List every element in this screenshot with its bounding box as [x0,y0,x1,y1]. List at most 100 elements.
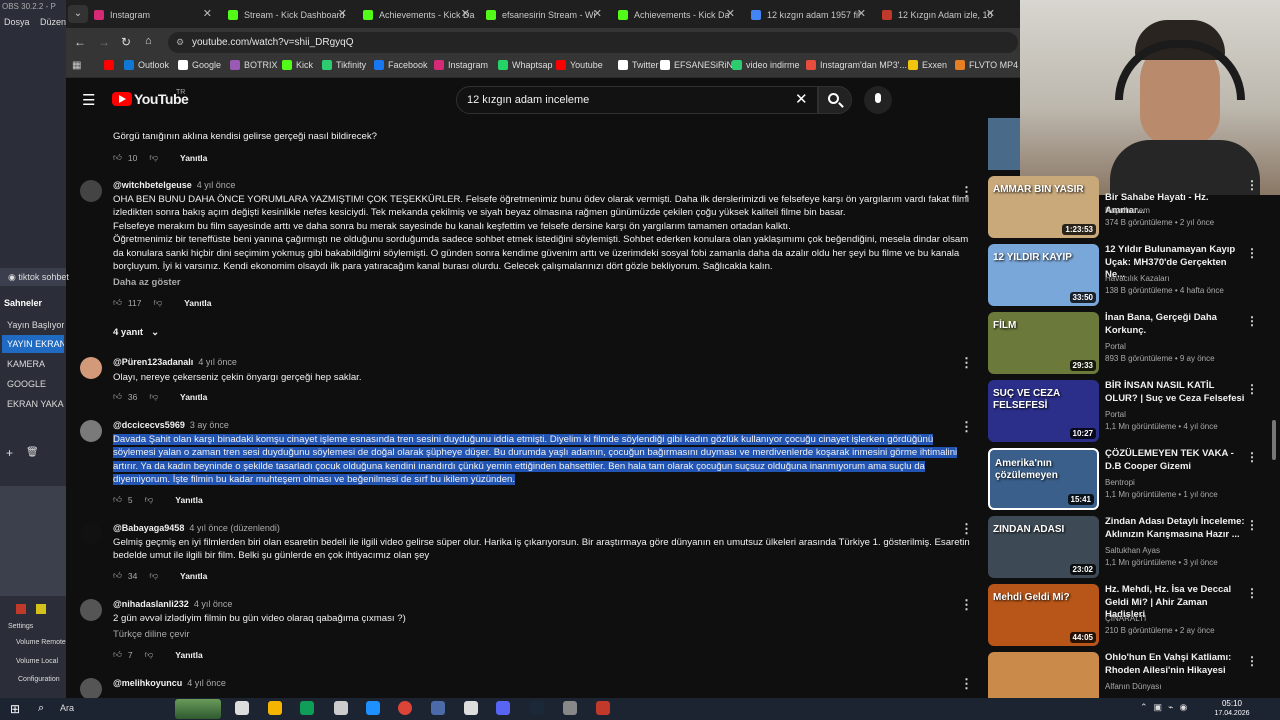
video-channel[interactable]: Saltukhan Ayas [1105,546,1160,555]
comment-author[interactable]: @Babayaga9458 4 yıl önce (düzenlendi) [113,523,280,533]
bookmark-item[interactable]: Instagram'dan MP3'... [806,60,907,70]
comment-author[interactable]: @Püren123adanalı 4 yıl önce [113,357,237,367]
related-video[interactable]: Amerika'nın çözülemeyen 15:41 ÇÖZÜLEMEYEN … [988,448,1268,510]
voice-search-button[interactable] [864,86,892,114]
tab-close-icon[interactable]: ✕ [461,7,470,20]
video-title[interactable]: İnan Bana, Gerçeği Daha Korkunç. [1105,312,1245,337]
reply-button[interactable]: Yanıtla [180,153,207,163]
related-video[interactable]: Mehdi Geldi Mi? 44:05 Hz. Mehdi, Hz. İsa v… [988,584,1268,646]
trash-icon[interactable]: 🗑 [26,447,39,458]
related-video[interactable]: ZINDAN ADASI 23:02 Zindan Adası Detaylı İn… [988,516,1268,578]
bookmark-item[interactable]: Exxen [908,60,947,70]
avatar[interactable] [80,523,102,545]
dislike-icon[interactable]: 👎︎ [149,570,158,581]
taskbar-app-icon[interactable] [530,701,544,715]
avatar[interactable] [80,180,102,202]
browser-tab[interactable]: Instagram ✕ [88,4,218,26]
tab-close-icon[interactable]: ✕ [203,7,212,20]
video-thumbnail[interactable]: Mehdi Geldi Mi? 44:05 [988,584,1099,646]
tab-close-icon[interactable]: ✕ [857,7,866,20]
browser-tab[interactable]: Stream - Kick Dashboard ✕ [222,4,353,26]
bookmark-item[interactable]: Tikfinity [322,60,366,70]
video-thumbnail[interactable]: ZINDAN ADASI 23:02 [988,516,1099,578]
taskbar-app-icon[interactable] [235,701,249,715]
taskbar-app-icon[interactable] [334,701,348,715]
bookmark-item[interactable]: EFSANESiRiN [660,60,733,70]
browser-tab[interactable]: 12 Kızgın Adam izle, 10 ✕ [876,4,1001,26]
video-title[interactable]: ÇÖZÜLEMEYEN TEK VAKA - D.B Cooper Gizemi [1105,448,1245,473]
video-menu-icon[interactable]: ⋮ [1246,586,1258,600]
bookmark-item[interactable]: Instagram [434,60,488,70]
scene-item[interactable]: KAMERA [2,355,64,373]
scene-item-selected[interactable]: YAYIN EKRANI [2,335,64,353]
avatar[interactable] [80,357,102,379]
dislike-icon[interactable]: 👎︎ [145,649,154,660]
taskbar-search-icon[interactable]: ⌕ [38,702,44,715]
clear-search-icon[interactable]: ✕ [795,90,808,108]
video-menu-icon[interactable]: ⋮ [1246,246,1258,260]
dislike-icon[interactable]: 👎︎ [145,494,154,505]
reply-button[interactable]: Yanıtla [175,650,202,660]
menu-icon[interactable]: ☰ [82,91,95,109]
avatar[interactable] [80,420,102,442]
comment-author[interactable]: @melihkoyuncu 4 yıl önce [113,678,226,688]
bookmark-item[interactable]: Twitter [618,60,659,70]
comment-author[interactable]: @dccicecvs5969 3 ay önce [113,420,229,430]
bookmark-item[interactable]: Facebook [374,60,428,70]
reply-button[interactable]: Yanıtla [180,392,207,402]
like-icon[interactable]: 👍︎ [113,297,122,308]
taskbar-search[interactable]: Ara [60,703,74,713]
like-icon[interactable]: 👍︎ [113,391,122,402]
comment-menu-icon[interactable]: ⋮ [960,597,973,613]
video-thumbnail[interactable]: AMMAR BIN YASIR 1:23:53 [988,176,1099,238]
record-icon[interactable] [16,604,26,614]
like-icon[interactable]: 👍︎ [113,570,122,581]
comment-author[interactable]: @witchbetelgeuse 4 yıl önce [113,180,235,190]
browser-tab[interactable]: 12 kızgın adam 1957 fil ✕ [745,4,872,26]
replies-toggle[interactable]: 4 yanıt ⌄ [113,327,159,338]
search-button[interactable] [818,86,852,114]
tab-close-icon[interactable]: ✕ [726,7,735,20]
youtube-logo-icon[interactable] [112,92,132,106]
video-title[interactable]: Ohlo'hun En Vahşi Katliamı: Rhoden Ailes… [1105,652,1245,677]
bookmark-item[interactable]: BOTRIX [230,60,278,70]
clock-time[interactable]: 05:10 [1202,699,1262,708]
bookmark-item[interactable]: video indirme [732,60,800,70]
obs-configuration[interactable]: Configuration [18,676,60,683]
obs-menu-edit[interactable]: Düzen [40,17,66,27]
browser-tab[interactable]: efsanesirin Stream - Wi ✕ [480,4,608,26]
bookmark-item[interactable]: Kick [282,60,313,70]
bookmark-item[interactable]: FLVTO MP4 [955,60,1018,70]
comment-author[interactable]: @nihadaslanli232 4 yıl önce [113,599,232,609]
comment-menu-icon[interactable]: ⋮ [960,676,973,692]
taskbar-app-icon[interactable] [464,701,478,715]
taskbar-app-icon[interactable] [268,701,282,715]
obs-menu-file[interactable]: Dosya [4,17,30,27]
video-thumbnail[interactable]: SUÇ VE CEZA FELSEFESİ 10:27 [988,380,1099,442]
bookmark-item[interactable] [104,60,118,70]
start-icon[interactable]: ⊞ [10,702,20,716]
scene-item[interactable]: EKRAN YAKALA [2,395,64,413]
search-input[interactable]: 12 kızgın adam inceleme [456,86,818,114]
related-video[interactable]: SUÇ VE CEZA FELSEFESİ 10:27 BİR İNSAN NASI… [988,380,1268,442]
video-channel[interactable]: Hayalhanem [1105,206,1150,215]
taskbar-app-icon[interactable] [431,701,445,715]
video-channel[interactable]: Portal [1105,410,1126,419]
video-thumbnail-partial[interactable] [988,118,1020,170]
video-menu-icon[interactable]: ⋮ [1246,518,1258,532]
video-menu-icon[interactable]: ⋮ [1246,450,1258,464]
browser-tab[interactable]: Achievements - Kick Da ✕ [357,4,476,26]
like-icon[interactable]: 👍︎ [113,494,122,505]
video-thumbnail[interactable]: 12 YILDIR KAYIP 33:50 [988,244,1099,306]
like-icon[interactable]: 👍︎ [113,152,122,163]
video-channel[interactable]: Havacılık Kazaları [1105,274,1169,283]
reload-icon[interactable]: ↻ [121,35,131,49]
obs-tiktok-source[interactable]: ◉ tiktok sohbet [8,272,69,283]
avatar[interactable] [80,599,102,621]
video-menu-icon[interactable]: ⋮ [1246,654,1258,668]
home-icon[interactable]: ⌂ [145,35,152,47]
video-channel[interactable]: Portal [1105,342,1126,351]
related-video[interactable]: AMMAR BIN YASIR 1:23:53 Bir Sahabe Hayatı … [988,176,1268,238]
reply-button[interactable]: Yanıtla [184,298,211,308]
comment-menu-icon[interactable]: ⋮ [960,355,973,371]
